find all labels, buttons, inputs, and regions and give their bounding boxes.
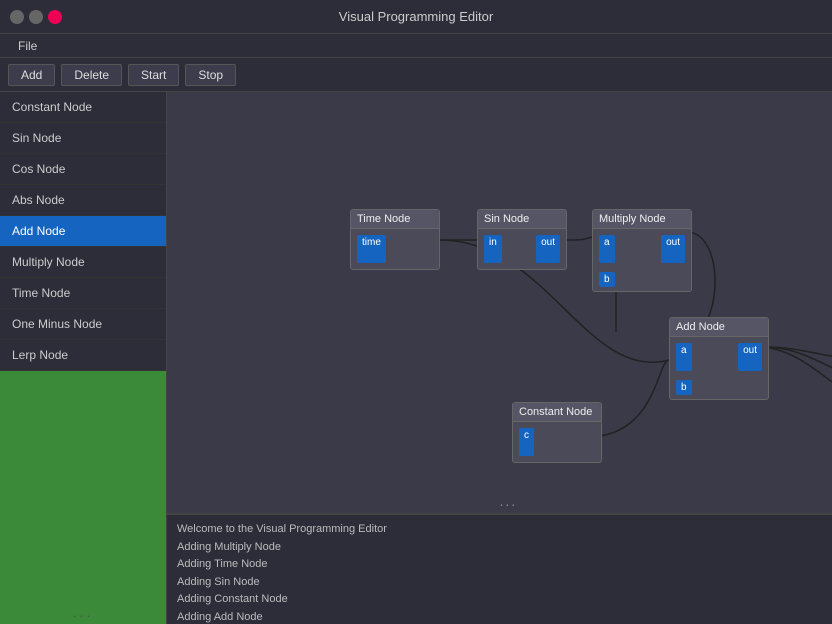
sidebar-item-sin-node[interactable]: Sin Node — [0, 123, 166, 154]
log-line: Adding Time Node — [177, 556, 822, 574]
main-layout: Constant Node Sin Node Cos Node Abs Node… — [0, 92, 832, 624]
time-node-title: Time Node — [351, 210, 439, 229]
sidebar-preview: ... — [0, 371, 166, 624]
sidebar: Constant Node Sin Node Cos Node Abs Node… — [0, 92, 167, 624]
time-node-body: time — [351, 229, 439, 269]
multiply-node[interactable]: Multiply Node a out b — [592, 209, 692, 292]
sidebar-item-time-node[interactable]: Time Node — [0, 278, 166, 309]
add-node[interactable]: Add Node a out b — [669, 317, 769, 400]
add-node-port-a[interactable]: a — [676, 343, 692, 371]
sin-node-port-in[interactable]: in — [484, 235, 502, 263]
constant-node[interactable]: Constant Node c — [512, 402, 602, 463]
log-line: Adding Add Node — [177, 609, 822, 624]
time-node[interactable]: Time Node time — [350, 209, 440, 270]
sin-node-body: in out — [478, 229, 566, 269]
time-node-port-time[interactable]: time — [357, 235, 386, 263]
multiply-node-port-b[interactable]: b — [599, 272, 615, 287]
window-title: Visual Programming Editor — [70, 9, 762, 24]
constant-node-body: c — [513, 422, 601, 462]
add-node-port-out[interactable]: out — [738, 343, 762, 371]
sidebar-item-abs-node[interactable]: Abs Node — [0, 185, 166, 216]
sidebar-item-one-minus-node[interactable]: One Minus Node — [0, 309, 166, 340]
minimize-button[interactable] — [10, 10, 24, 24]
add-node-body: a out — [670, 337, 768, 377]
maximize-button[interactable] — [29, 10, 43, 24]
delete-button[interactable]: Delete — [61, 64, 122, 86]
title-bar: Visual Programming Editor — [0, 0, 832, 34]
canvas-area: Time Node time Sin Node in out Multiply … — [167, 92, 832, 624]
node-canvas[interactable]: Time Node time Sin Node in out Multiply … — [167, 92, 832, 514]
sidebar-item-cos-node[interactable]: Cos Node — [0, 154, 166, 185]
sidebar-item-multiply-node[interactable]: Multiply Node — [0, 247, 166, 278]
log-line: Adding Multiply Node — [177, 539, 822, 557]
menu-file[interactable]: File — [10, 37, 45, 55]
sidebar-item-constant-node[interactable]: Constant Node — [0, 92, 166, 123]
stop-button[interactable]: Stop — [185, 64, 236, 86]
close-button[interactable] — [48, 10, 62, 24]
add-node-title: Add Node — [670, 318, 768, 337]
constant-node-port-c[interactable]: c — [519, 428, 534, 456]
canvas-footer-ellipsis: ... — [500, 493, 518, 509]
add-node-port-b[interactable]: b — [676, 380, 692, 395]
sidebar-item-add-node[interactable]: Add Node — [0, 216, 166, 247]
connections-svg — [167, 92, 832, 513]
sin-node-port-out[interactable]: out — [536, 235, 560, 263]
constant-node-title: Constant Node — [513, 403, 601, 422]
log-line: Adding Constant Node — [177, 591, 822, 609]
sin-node[interactable]: Sin Node in out — [477, 209, 567, 270]
toolbar: Add Delete Start Stop — [0, 58, 832, 92]
log-area: Welcome to the Visual Programming Editor… — [167, 514, 832, 624]
menu-bar: File — [0, 34, 832, 58]
start-button[interactable]: Start — [128, 64, 179, 86]
sidebar-item-lerp-node[interactable]: Lerp Node — [0, 340, 166, 371]
multiply-node-title: Multiply Node — [593, 210, 691, 229]
multiply-node-port-a[interactable]: a — [599, 235, 615, 263]
sin-node-title: Sin Node — [478, 210, 566, 229]
log-line: Welcome to the Visual Programming Editor — [177, 521, 822, 539]
add-button[interactable]: Add — [8, 64, 55, 86]
multiply-node-body: a out — [593, 229, 691, 269]
multiply-node-port-out[interactable]: out — [661, 235, 685, 263]
log-line: Adding Sin Node — [177, 574, 822, 592]
